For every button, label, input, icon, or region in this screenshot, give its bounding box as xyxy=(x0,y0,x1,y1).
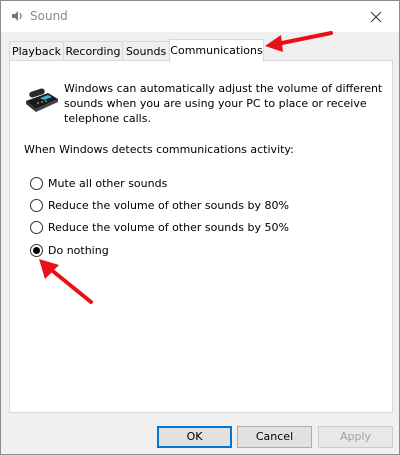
speaker-icon xyxy=(12,11,22,21)
tab-sounds[interactable]: Sounds xyxy=(122,41,170,61)
option-reduce-50[interactable]: Reduce the volume of other sounds by 50% xyxy=(30,219,289,235)
window-title: Sound xyxy=(30,9,68,23)
detect-label: When Windows detects communications acti… xyxy=(24,143,294,156)
option-label: Do nothing xyxy=(48,243,109,257)
option-label: Mute all other sounds xyxy=(48,176,168,190)
radio-button[interactable] xyxy=(30,220,43,234)
cancel-button[interactable]: Cancel xyxy=(237,426,312,448)
tab-recording[interactable]: Recording xyxy=(63,41,123,61)
title-bar: Sound xyxy=(1,1,399,32)
option-do-nothing[interactable]: Do nothing xyxy=(30,242,109,258)
radio-button[interactable] xyxy=(30,198,43,212)
radio-button[interactable] xyxy=(30,176,43,190)
tab-playback[interactable]: Playback xyxy=(9,41,64,61)
sound-dialog: Sound Playback Recording Sounds Communic… xyxy=(0,0,400,455)
info-text: Windows can automatically adjust the vol… xyxy=(64,82,383,125)
close-button[interactable] xyxy=(353,1,399,32)
apply-button[interactable]: Apply xyxy=(318,426,393,448)
option-reduce-80[interactable]: Reduce the volume of other sounds by 80% xyxy=(30,197,289,213)
tab-communications[interactable]: Communications xyxy=(169,39,264,62)
close-icon xyxy=(370,11,382,22)
annotation-arrow-tab xyxy=(265,31,333,52)
option-mute-all[interactable]: Mute all other sounds xyxy=(30,175,167,191)
option-label: Reduce the volume of other sounds by 80% xyxy=(48,198,289,212)
communications-panel: Windows can automatically adjust the vol… xyxy=(9,60,393,413)
radio-button-selected[interactable] xyxy=(30,243,43,257)
telephone-icon xyxy=(26,88,58,112)
ok-button[interactable]: OK xyxy=(157,426,232,448)
option-label: Reduce the volume of other sounds by 50% xyxy=(48,220,289,234)
